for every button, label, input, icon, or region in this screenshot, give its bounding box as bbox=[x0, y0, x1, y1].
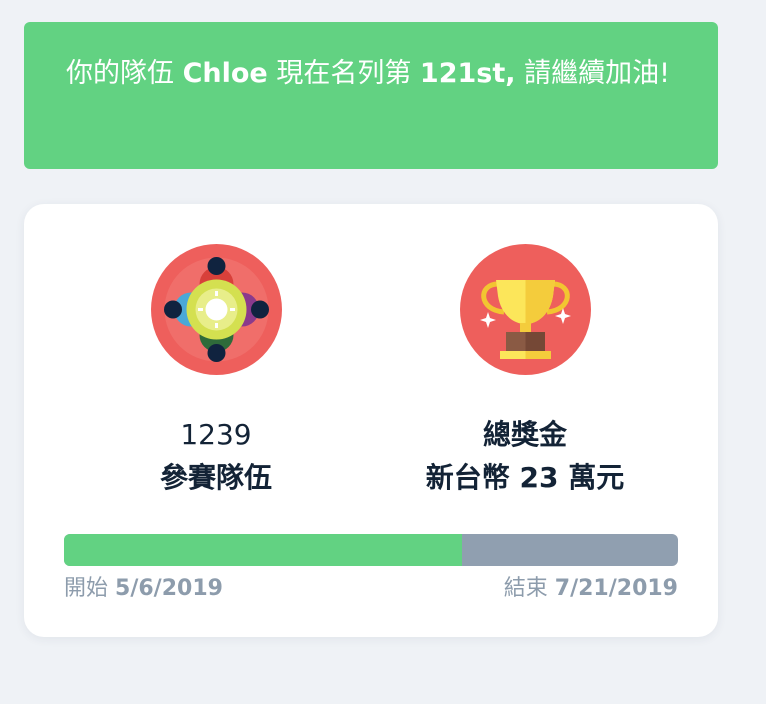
teams-stat: 1239 參賽隊伍 bbox=[66, 244, 366, 499]
banner-suffix: 請繼續加油! bbox=[515, 58, 670, 89]
trophy-icon bbox=[459, 244, 591, 375]
start-label: 開始 bbox=[64, 576, 109, 601]
progress-fill bbox=[64, 534, 462, 566]
prize-label: 總獎金 bbox=[482, 418, 567, 451]
banner-middle: 現在名列第 bbox=[267, 58, 420, 89]
start-date-value: 5/6/2019 bbox=[115, 576, 223, 601]
end-date-value: 7/21/2019 bbox=[554, 576, 678, 601]
prize-amount: 新台幣 23 萬元 bbox=[425, 461, 625, 494]
competition-progress-bar bbox=[64, 534, 678, 566]
banner-prefix: 你的隊伍 bbox=[66, 58, 183, 89]
start-date: 開始 5/6/2019 bbox=[64, 570, 223, 602]
prize-stat: 總獎金 新台幣 23 萬元 bbox=[375, 244, 675, 499]
rank-banner: 你的隊伍 Chloe 現在名列第 121st, 請繼續加油! bbox=[24, 22, 718, 169]
teams-label: 參賽隊伍 bbox=[159, 461, 272, 494]
end-label: 結束 bbox=[503, 576, 548, 601]
team-circle-icon bbox=[150, 244, 282, 375]
team-name: Chloe bbox=[182, 58, 268, 89]
teams-count: 1239 bbox=[180, 418, 252, 451]
end-date: 結束 7/21/2019 bbox=[504, 570, 678, 602]
team-rank: 121st, bbox=[419, 58, 516, 89]
competition-summary-card: 1239 參賽隊伍 總獎金 新台幣 23 萬元 開始 5/6/2019 結束 7… bbox=[24, 204, 718, 637]
competition-dates: 開始 5/6/2019 結束 7/21/2019 bbox=[64, 570, 678, 602]
